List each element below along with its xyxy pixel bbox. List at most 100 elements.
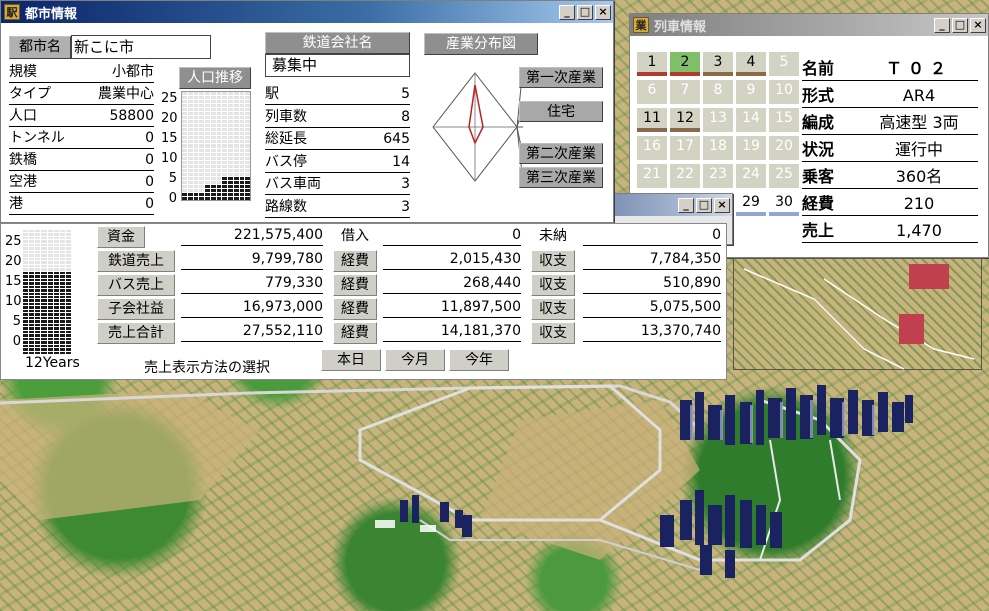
histogram-cell (182, 152, 187, 156)
balance-button[interactable]: 収支 (531, 274, 575, 296)
histogram-cell (222, 176, 227, 180)
train-location-minimap[interactable] (733, 258, 982, 370)
histogram-cell (216, 100, 222, 104)
day-cell[interactable]: 5 (769, 52, 799, 76)
histogram-cell (65, 254, 71, 257)
day-cell[interactable]: 16 (637, 136, 667, 160)
histogram-cell (199, 108, 204, 112)
histogram-cell (239, 152, 245, 156)
period-button[interactable]: 今月 (385, 349, 445, 371)
finance-row-button[interactable]: バス売上 (97, 274, 175, 296)
histogram-cell (210, 112, 216, 116)
histogram-cell (193, 96, 199, 100)
histogram-cell (233, 176, 239, 180)
finance-axis-tick: 5 (12, 314, 21, 329)
industry-chart-label[interactable]: 産業分布図 (424, 33, 538, 55)
expense-button[interactable]: 経費 (333, 322, 377, 344)
day-cell[interactable]: 22 (670, 164, 700, 188)
day-cell[interactable]: 25 (769, 164, 799, 188)
period-button[interactable]: 今年 (449, 349, 509, 371)
histogram-cell (205, 132, 210, 136)
histogram-cell (187, 192, 193, 196)
city-window-titlebar[interactable]: 駅 都市情報 _ □ × (1, 1, 613, 23)
city-info-window[interactable]: 駅 都市情報 _ □ × 都市名 新こに市 規模 小都市 タイプ 農業中心 人口 5880… (0, 0, 614, 223)
day-cell[interactable]: 6 (637, 80, 667, 104)
day-cell[interactable]: 18 (703, 136, 733, 160)
period-button[interactable]: 本日 (321, 349, 381, 371)
minimize-button[interactable]: _ (934, 17, 950, 33)
train-detail-value: 運行中 (894, 140, 943, 159)
maximize-button[interactable]: □ (952, 17, 968, 33)
histogram-cell (210, 148, 216, 152)
histogram-cell (216, 112, 222, 116)
minimize-button[interactable]: _ (559, 4, 575, 20)
industry-label[interactable]: 第二次産業 (519, 143, 603, 164)
day-cell[interactable]: 4 (736, 52, 766, 76)
minimize-button[interactable]: _ (678, 197, 694, 213)
day-cell[interactable]: 7 (670, 80, 700, 104)
close-button[interactable]: × (714, 197, 730, 213)
balance-button[interactable]: 収支 (531, 322, 575, 344)
histogram-cell (29, 257, 35, 261)
histogram-cell (29, 299, 35, 302)
maximize-button[interactable]: □ (696, 197, 712, 213)
histogram-cell (59, 243, 65, 247)
day-cell[interactable]: 30 (769, 192, 799, 216)
histogram-cell (199, 120, 204, 124)
day-cell[interactable]: 13 (703, 108, 733, 132)
day-cell[interactable]: 8 (703, 80, 733, 104)
histogram-cell (228, 116, 233, 120)
finance-row-button[interactable]: 鉄道売上 (97, 250, 175, 272)
histogram-cell (59, 344, 65, 348)
histogram-cell (35, 295, 41, 299)
histogram-cell (233, 144, 239, 148)
background-window-titlebar[interactable]: _ □ × (615, 194, 732, 216)
histogram-cell (182, 180, 187, 184)
day-cell[interactable]: 1 (637, 52, 667, 76)
day-cell[interactable]: 24 (736, 164, 766, 188)
population-trend-button[interactable]: 人口推移 (179, 67, 251, 89)
day-cell[interactable]: 9 (736, 80, 766, 104)
day-operation-bar (670, 128, 700, 132)
day-cell[interactable]: 11 (637, 108, 667, 132)
histogram-cell (222, 168, 227, 172)
day-cell[interactable]: 2 (670, 52, 700, 76)
day-cell[interactable]: 10 (769, 80, 799, 104)
train-window-titlebar[interactable]: 業 列車情報 _ □ × (630, 14, 988, 36)
day-cell[interactable]: 21 (637, 164, 667, 188)
balance-button[interactable]: 収支 (531, 298, 575, 320)
finance-row-button[interactable]: 資金 (97, 226, 145, 248)
day-cell[interactable]: 17 (670, 136, 700, 160)
industry-label[interactable]: 第三次産業 (519, 167, 603, 188)
histogram-cell (65, 341, 71, 344)
histogram-cell (205, 152, 210, 156)
expense-button[interactable]: 経費 (333, 274, 377, 296)
industry-label[interactable]: 住宅 (519, 101, 603, 122)
day-cell[interactable]: 15 (769, 108, 799, 132)
day-cell[interactable]: 23 (703, 164, 733, 188)
balance-button[interactable]: 収支 (531, 250, 575, 272)
close-button[interactable]: × (595, 4, 611, 20)
histogram-cell (210, 124, 216, 128)
histogram-cell (23, 313, 29, 316)
expense-button[interactable]: 経費 (333, 250, 377, 272)
finance-window[interactable]: 25 20 15 10 5 0 12Years 資金 221,575,400 借入 0 未納 0 鉄道… (0, 223, 727, 380)
railway-company-field[interactable]: 募集中 (265, 54, 410, 77)
histogram-cell (216, 104, 222, 108)
histogram-cell (53, 299, 59, 302)
day-cell[interactable]: 19 (736, 136, 766, 160)
day-cell[interactable]: 12 (670, 108, 700, 132)
day-cell[interactable]: 29 (736, 192, 766, 216)
company-stat-value: 5 (401, 86, 410, 102)
finance-row-button[interactable]: 子会社益 (97, 298, 175, 320)
city-name-field[interactable]: 新こに市 (71, 35, 211, 59)
industry-label[interactable]: 第一次産業 (519, 67, 603, 88)
close-button[interactable]: × (970, 17, 986, 33)
day-cell[interactable]: 3 (703, 52, 733, 76)
day-cell[interactable]: 14 (736, 108, 766, 132)
expense-button[interactable]: 経費 (333, 298, 377, 320)
day-cell[interactable]: 20 (769, 136, 799, 160)
histogram-cell (193, 120, 199, 124)
finance-row-button[interactable]: 売上合計 (97, 322, 175, 344)
maximize-button[interactable]: □ (577, 4, 593, 20)
